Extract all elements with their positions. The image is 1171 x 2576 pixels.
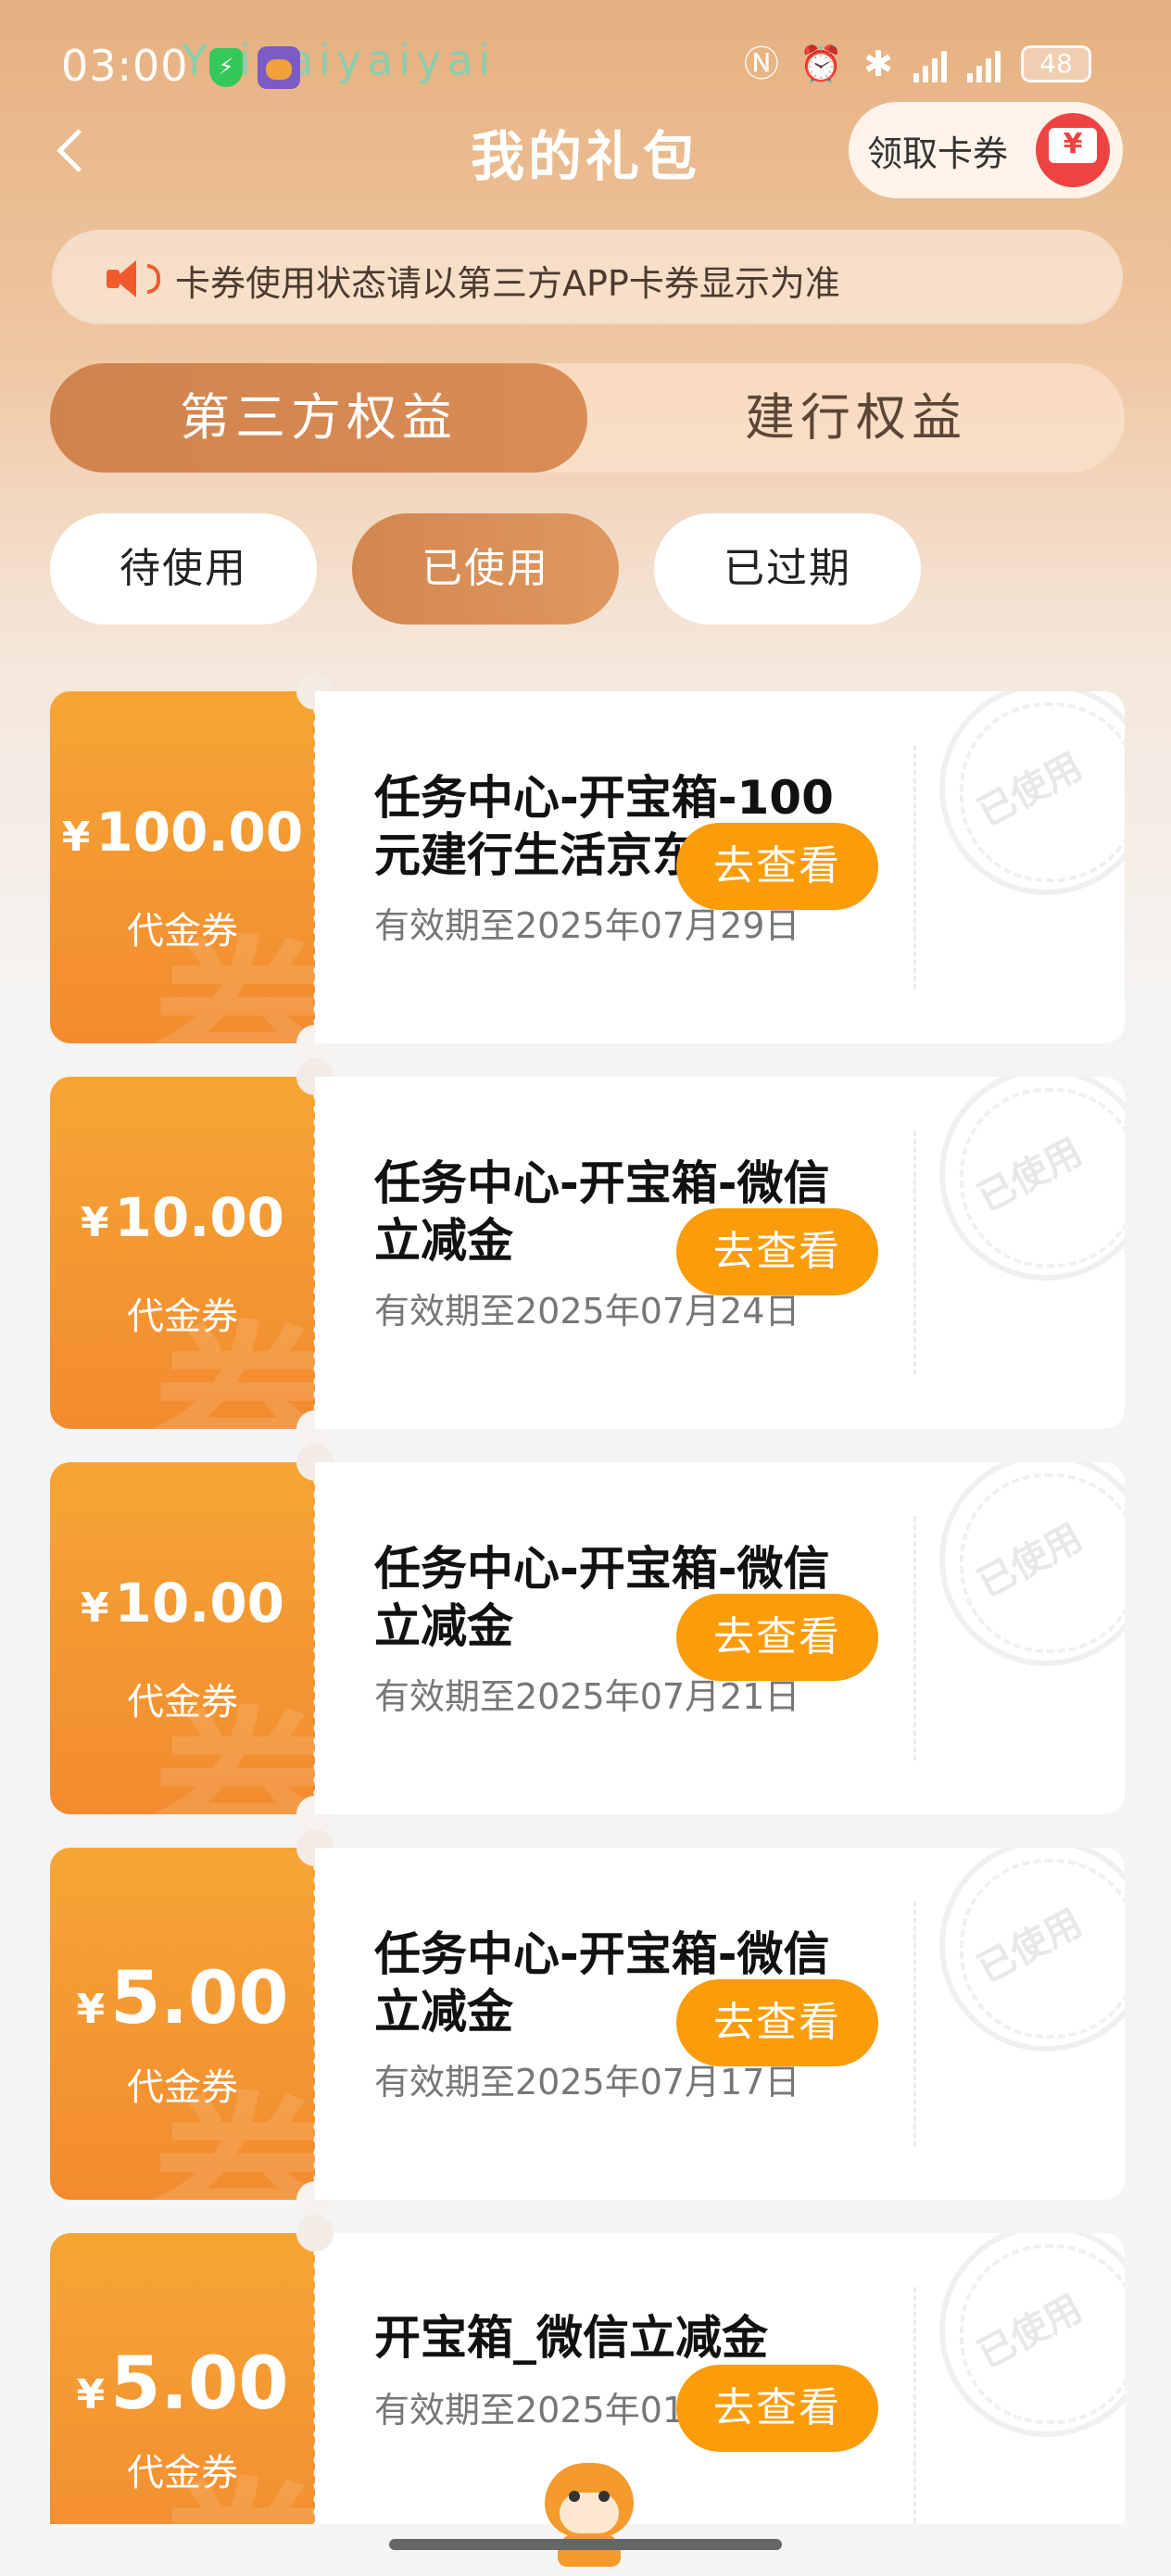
coupon-type: 代金券: [127, 1295, 238, 1338]
dashed-divider: [913, 1901, 916, 2146]
signal-5g-icon: [913, 45, 947, 82]
speaker-wave-icon: [147, 264, 160, 294]
speaker-icon: [107, 260, 149, 297]
coupon-type: 代金券: [127, 2066, 238, 2109]
red-envelope-icon: ¥: [1036, 113, 1110, 187]
alarm-icon: ⏰: [799, 44, 844, 84]
coupon-amount: ¥5.00: [76, 1957, 289, 2040]
status-time: 03:00: [61, 41, 189, 91]
filter-unused[interactable]: 待使用: [50, 513, 317, 625]
tiger-app-icon: [258, 46, 300, 89]
coupon-value-panel: 券 ¥5.00 代金券: [50, 2233, 315, 2524]
tab-ccb[interactable]: 建行权益: [587, 363, 1125, 473]
battery-icon: 48: [1021, 45, 1091, 82]
coupon-card: 券 ¥10.00 代金券 已使用 任务中心-开宝箱-微信立减金 有效期至2025…: [50, 1058, 1125, 1447]
view-coupon-button[interactable]: 去查看: [676, 1594, 878, 1681]
claim-coupons-label: 领取卡券: [867, 133, 1009, 174]
coupon-card: 券 ¥5.00 代金券 已使用 任务中心-开宝箱-微信立减金 有效期至2025年…: [50, 1829, 1125, 2218]
bluetooth-icon: ✱: [863, 44, 893, 84]
filter-expired[interactable]: 已过期: [654, 513, 921, 625]
notch: [296, 2215, 334, 2252]
status-icons: Ⓝ ⏰ ✱ 48: [744, 43, 1091, 85]
nfc-icon: Ⓝ: [743, 44, 779, 84]
dashed-divider: [913, 745, 916, 990]
used-stamp: 已使用: [939, 1848, 1125, 2052]
shield-charging-icon: ⚡: [209, 48, 243, 87]
view-coupon-button[interactable]: 去查看: [676, 1208, 878, 1295]
notice-text: 卡券使用状态请以第三方APP卡券显示为准: [175, 263, 840, 304]
notice-banner: 卡券使用状态请以第三方APP卡券显示为准: [52, 230, 1123, 324]
coupon-value-panel: 券 ¥100.00 代金券: [50, 691, 315, 1043]
used-stamp: 已使用: [939, 1077, 1125, 1281]
benefit-tabs: 第三方权益 建行权益: [50, 363, 1125, 473]
coupon-type: 代金券: [127, 1681, 238, 1724]
used-stamp: 已使用: [939, 691, 1125, 895]
used-stamp: 已使用: [939, 2233, 1125, 2437]
used-stamp: 已使用: [939, 1462, 1125, 1666]
signal-5ga-icon: [967, 45, 1001, 82]
view-coupon-button[interactable]: 去查看: [676, 823, 878, 910]
coupon-value-panel: 券 ¥5.00 代金券: [50, 1848, 315, 2200]
dashed-divider: [913, 2287, 916, 2524]
dashed-divider: [913, 1130, 916, 1375]
view-coupon-button[interactable]: 去查看: [676, 2365, 878, 2452]
view-coupon-button[interactable]: 去查看: [676, 1979, 878, 2066]
coupon-amount: ¥100.00: [61, 801, 304, 864]
coupon-type: 代金券: [127, 2452, 238, 2494]
coupon-amount: ¥10.00: [80, 1186, 285, 1249]
coupon-card: 券 ¥10.00 代金券 已使用 任务中心-开宝箱-微信立减金 有效期至2025…: [50, 1444, 1125, 1833]
coupon-value-panel: 券 ¥10.00 代金券: [50, 1077, 315, 1429]
tiger-mascot-icon[interactable]: [537, 2456, 641, 2567]
dashed-divider: [913, 1516, 916, 1761]
coupon-amount: ¥10.00: [80, 1572, 285, 1635]
claim-coupons-button[interactable]: 领取卡券 ¥: [849, 102, 1123, 198]
filter-used[interactable]: 已使用: [352, 513, 619, 625]
coupon-card: 券 ¥100.00 代金券 已使用 任务中心-开宝箱-100元建行生活京东券 有…: [50, 673, 1125, 1062]
coupon-value-panel: 券 ¥10.00 代金券: [50, 1462, 315, 1814]
tab-third-party[interactable]: 第三方权益: [50, 363, 587, 473]
home-indicator[interactable]: [389, 2539, 782, 2550]
coupon-amount: ¥5.00: [76, 2342, 289, 2426]
coupon-type: 代金券: [127, 910, 238, 953]
coupon-title: 开宝箱_微信立减金: [374, 2311, 768, 2365]
